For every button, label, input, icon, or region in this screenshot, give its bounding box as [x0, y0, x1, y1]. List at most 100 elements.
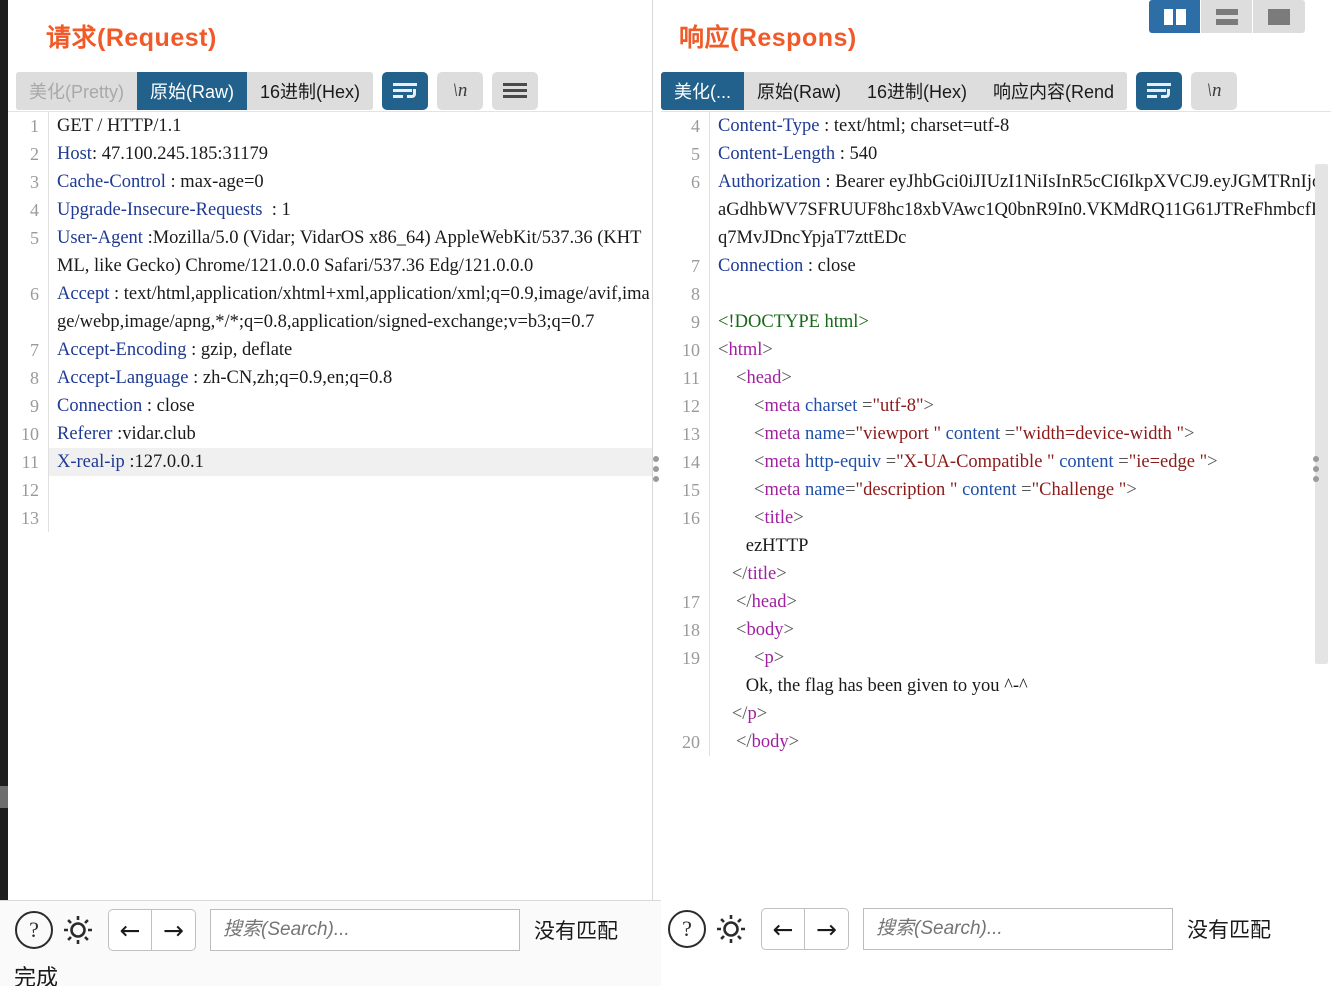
request-code-area[interactable]: 1 GET / HTTP/1.1 2 Host: 47.100.245.185:311… — [8, 111, 652, 900]
layout-horizontal-split-button[interactable] — [1201, 0, 1253, 33]
code-line: 8 Accept-Language : zh-CN,zh;q=0.9,en;q=0… — [8, 364, 652, 392]
code-line: 3 Cache-Control : max-age=0 — [8, 168, 652, 196]
code-line: 6 Authorization : Bearer eyJhbGci0iJIUzI1… — [661, 168, 1331, 252]
response-word-wrap-button[interactable] — [1136, 72, 1183, 110]
line-text: <meta name="viewport " content ="width=d… — [709, 420, 1331, 448]
right-edge-handle[interactable] — [1313, 456, 1319, 482]
line-text: <head> — [709, 364, 1331, 392]
line-number: 5 — [30, 228, 39, 248]
left-edge-rail — [0, 0, 8, 900]
line-number: 11 — [21, 452, 39, 472]
gear-icon[interactable] — [58, 910, 98, 950]
line-number: 7 — [30, 340, 39, 360]
code-line: 16 <title> ezHTTP </title> — [661, 504, 1331, 588]
line-number: 4 — [691, 116, 700, 136]
code-line: 14 <meta http-equiv ="X-UA-Compatible " c… — [661, 448, 1331, 476]
newline-icon: \n — [452, 80, 468, 101]
line-number: 6 — [30, 284, 39, 304]
response-tab-hex[interactable]: 16进制(Hex) — [854, 72, 981, 110]
line-text: X-real-ip :127.0.0.1 — [48, 448, 652, 476]
response-panel: 响应(Respons) 美化(... 原始(Raw) 16进制(Hex) 响应内… — [661, 0, 1331, 900]
search-previous-button[interactable]: ← — [761, 908, 805, 950]
request-tab-pretty[interactable]: 美化(Pretty) — [16, 72, 138, 110]
status-bar-text: 完成 — [14, 965, 59, 986]
response-scrollbar-thumb[interactable] — [1315, 164, 1328, 664]
line-number: 3 — [30, 172, 39, 192]
line-number: 14 — [682, 452, 700, 472]
response-vertical-scrollbar[interactable] — [1315, 112, 1328, 900]
layout-switcher[interactable] — [1149, 0, 1305, 33]
horizontal-split-icon — [1215, 8, 1238, 25]
line-text: Upgrade-Insecure-Requests : 1 — [48, 196, 652, 224]
line-text: <p> Ok, the flag has been given to you ^… — [709, 644, 1331, 728]
response-tab-render[interactable]: 响应内容(Rend — [980, 72, 1128, 110]
line-text — [709, 280, 1331, 308]
response-code-area[interactable]: 4 Content-Type : text/html; charset=utf-8… — [661, 111, 1331, 900]
line-text: Content-Length : 540 — [709, 140, 1331, 168]
line-text — [48, 504, 652, 532]
code-line: 5 User-Agent :Mozilla/5.0 (Vidar; VidarOS… — [8, 224, 652, 280]
word-wrap-icon — [1147, 83, 1172, 99]
request-footer-toolbar: ? ← → 没有匹配 — [8, 900, 653, 986]
line-text: <html> — [709, 336, 1331, 364]
request-newline-button[interactable]: \n — [437, 72, 484, 110]
request-tab-group: 美化(Pretty) 原始(Raw) 16进制(Hex) — [16, 72, 374, 110]
line-text: <meta charset ="utf-8"> — [709, 392, 1331, 420]
code-line: 10 Referer :vidar.club — [8, 420, 652, 448]
search-next-button[interactable]: → — [152, 909, 196, 951]
code-line: 1 GET / HTTP/1.1 — [8, 112, 652, 140]
code-line: 9 <!DOCTYPE html> — [661, 308, 1331, 336]
layout-single-pane-button[interactable] — [1253, 0, 1305, 33]
search-previous-button[interactable]: ← — [108, 909, 152, 951]
search-input[interactable] — [210, 909, 520, 951]
line-text: <meta http-equiv ="X-UA-Compatible " con… — [709, 448, 1331, 476]
line-text: GET / HTTP/1.1 — [48, 112, 652, 140]
code-line: 13 <meta name="viewport " content ="width… — [661, 420, 1331, 448]
line-text: Cache-Control : max-age=0 — [48, 168, 652, 196]
code-line: 4 Content-Type : text/html; charset=utf-8 — [661, 112, 1331, 140]
request-menu-button[interactable] — [492, 72, 539, 110]
code-line: 10 <html> — [661, 336, 1331, 364]
line-number: 9 — [691, 312, 700, 332]
search-next-button[interactable]: → — [805, 908, 849, 950]
line-number: 8 — [30, 368, 39, 388]
line-text: <meta name="description " content ="Chal… — [709, 476, 1331, 504]
request-tab-raw[interactable]: 原始(Raw) — [137, 72, 248, 110]
vertical-split-icon — [1163, 8, 1186, 25]
line-text: Accept-Language : zh-CN,zh;q=0.9,en;q=0.… — [48, 364, 652, 392]
newline-icon: \n — [1206, 80, 1222, 101]
gear-icon[interactable] — [711, 909, 751, 949]
search-match-status: 没有匹配 — [1187, 919, 1271, 942]
search-input[interactable] — [863, 908, 1173, 950]
request-tabbar: 美化(Pretty) 原始(Raw) 16进制(Hex) \n — [8, 71, 652, 111]
response-tab-raw[interactable]: 原始(Raw) — [744, 72, 854, 110]
line-number: 9 — [30, 396, 39, 416]
single-pane-icon — [1268, 8, 1290, 25]
code-line: 5 Content-Length : 540 — [661, 140, 1331, 168]
code-line: 17 </head> — [661, 588, 1331, 616]
code-line: 7 Accept-Encoding : gzip, deflate — [8, 336, 652, 364]
layout-vertical-split-button[interactable] — [1149, 0, 1201, 33]
request-tab-hex[interactable]: 16进制(Hex) — [247, 72, 374, 110]
code-line: 4 Upgrade-Insecure-Requests : 1 — [8, 196, 652, 224]
line-text: Authorization : Bearer eyJhbGci0iJIUzI1N… — [709, 168, 1331, 252]
help-icon[interactable]: ? — [668, 910, 706, 948]
line-text: Connection : close — [709, 252, 1331, 280]
code-line: 13 — [8, 504, 652, 532]
request-word-wrap-button[interactable] — [382, 72, 429, 110]
line-text: Content-Type : text/html; charset=utf-8 — [709, 112, 1331, 140]
response-footer-toolbar: ? ← → 没有匹配 — [661, 900, 1331, 986]
help-icon[interactable]: ? — [15, 911, 53, 949]
request-code-lines: 1 GET / HTTP/1.1 2 Host: 47.100.245.185:311… — [8, 112, 652, 900]
line-number: 20 — [682, 732, 700, 752]
code-line: 19 <p> Ok, the flag has been given to you… — [661, 644, 1331, 728]
line-number: 8 — [691, 284, 700, 304]
line-number: 10 — [21, 424, 39, 444]
panel-divider-handle[interactable] — [653, 456, 659, 482]
line-number: 6 — [691, 172, 700, 192]
response-newline-button[interactable]: \n — [1191, 72, 1238, 110]
line-number: 17 — [682, 592, 700, 612]
line-text: <!DOCTYPE html> — [709, 308, 1331, 336]
request-panel: 请求(Request) 美化(Pretty) 原始(Raw) 16进制(Hex)… — [8, 0, 653, 900]
response-tab-pretty[interactable]: 美化(... — [661, 72, 744, 110]
